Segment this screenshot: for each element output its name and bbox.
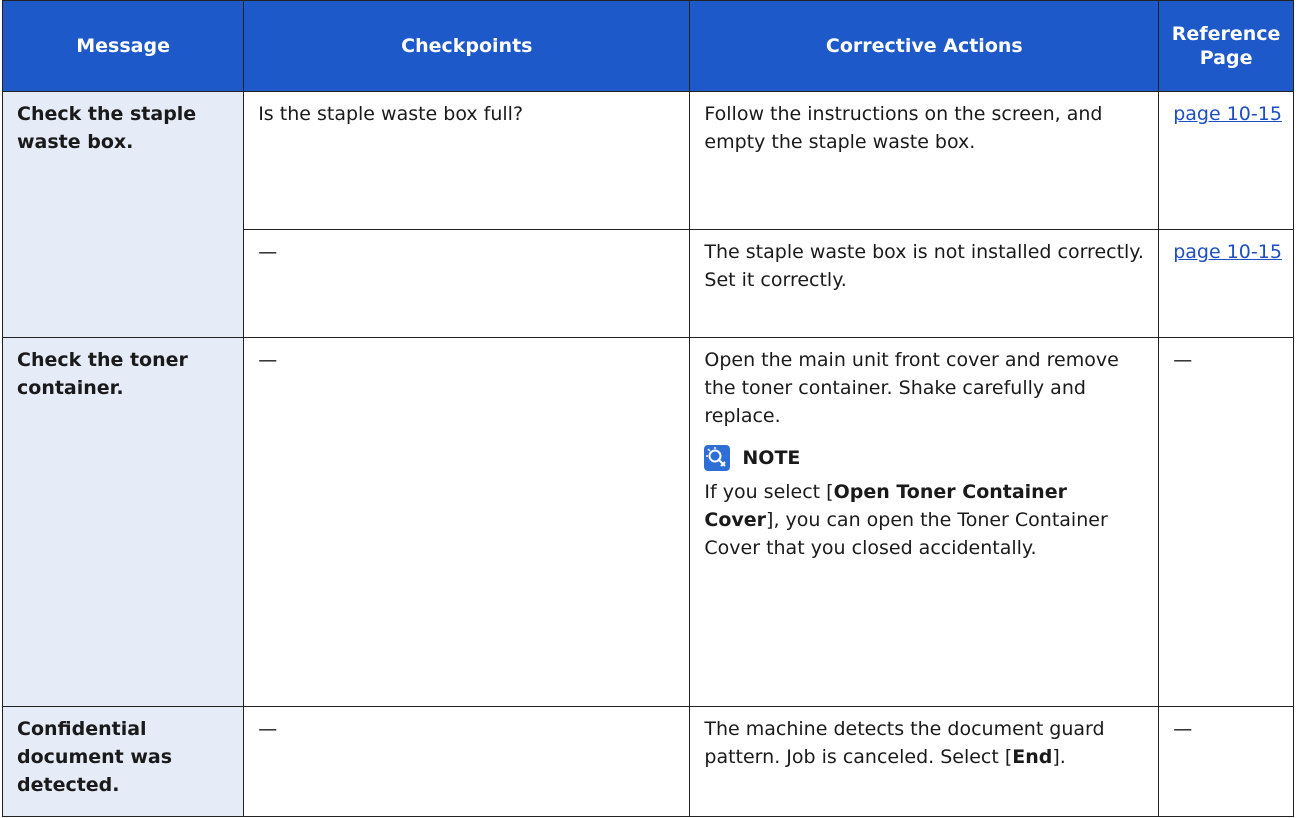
header-corrective-actions: Corrective Actions: [689, 0, 1160, 92]
checkpoint-cell: —: [243, 706, 691, 817]
header-reference-line1: Reference: [1171, 23, 1281, 45]
message-cell: Check the toner container.: [1, 337, 245, 707]
header-reference-line2: Page: [1199, 47, 1253, 69]
table-row: Check the staple waste box. Is the stapl…: [1, 91, 1294, 338]
note-lightbulb-icon: [704, 445, 731, 471]
note-label: NOTE: [742, 447, 801, 469]
corrective-action-text: Open the main unit front cover and remov…: [704, 349, 1119, 427]
header-reference-page: Reference Page: [1158, 0, 1294, 92]
note-header: NOTE: [704, 444, 1148, 472]
header-checkpoints: Checkpoints: [243, 0, 691, 92]
message-cell: Confidential document was detected.: [1, 706, 245, 817]
corrective-action-cell: Open the main unit front cover and remov…: [689, 337, 1160, 707]
checkpoint-cell: —: [243, 229, 691, 338]
note-text: If you select [Open Toner Container Cove…: [704, 481, 1108, 559]
table-row: Confidential document was detected. — Th…: [1, 706, 1294, 817]
corrective-action-cell: The machine detects the document guard p…: [689, 706, 1160, 817]
reference-link[interactable]: page 10-15: [1173, 103, 1282, 125]
end-button-name: End: [1012, 746, 1053, 768]
reference-link[interactable]: page 10-15: [1173, 241, 1282, 263]
table-row: Check the toner container. — Open the ma…: [1, 337, 1294, 707]
corrective-action-cell: The staple waste box is not installed co…: [689, 229, 1160, 338]
message-cell: Check the staple waste box.: [1, 91, 245, 338]
checkpoint-cell: Is the staple waste box full?: [243, 91, 691, 230]
troubleshooting-table: Message Checkpoints Corrective Actions R…: [1, 0, 1294, 817]
reference-cell: page 10-15: [1158, 91, 1294, 230]
corrective-action-cell: Follow the instructions on the screen, a…: [689, 91, 1160, 230]
reference-cell: —: [1158, 337, 1294, 707]
reference-cell: —: [1158, 706, 1294, 817]
header-row: Message Checkpoints Corrective Actions R…: [1, 0, 1294, 92]
checkpoint-cell: —: [243, 337, 691, 707]
reference-cell: page 10-15: [1158, 229, 1294, 338]
header-message: Message: [1, 0, 245, 92]
